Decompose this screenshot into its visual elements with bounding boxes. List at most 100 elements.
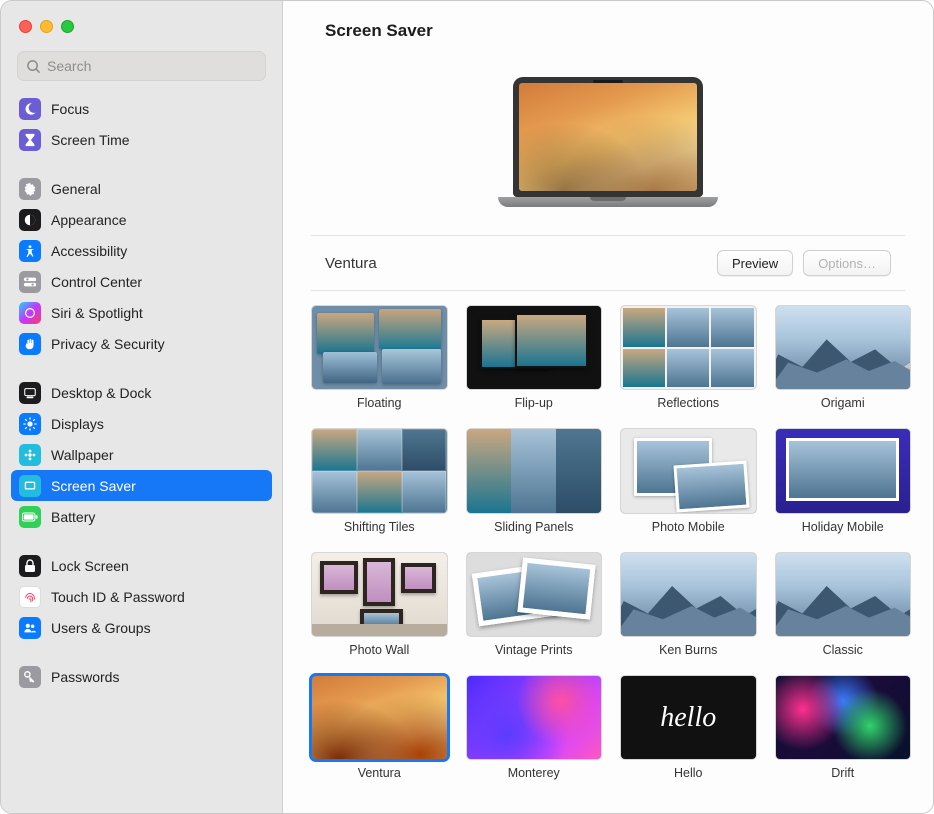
accessibility-icon xyxy=(19,240,41,262)
sidebar-item-desktop-dock[interactable]: Desktop & Dock xyxy=(11,377,272,408)
sidebar-item-label: Privacy & Security xyxy=(51,336,165,352)
sidebar-item-displays[interactable]: Displays xyxy=(11,408,272,439)
dock-icon xyxy=(19,382,41,404)
tile-label: Vintage Prints xyxy=(495,643,573,657)
tile-label: Photo Mobile xyxy=(652,520,725,534)
battery-icon xyxy=(19,506,41,528)
sidebar: Search Focus Screen Time xyxy=(1,1,283,813)
sidebar-item-label: Screen Saver xyxy=(51,478,136,494)
search-input[interactable]: Search xyxy=(17,51,266,81)
key-icon xyxy=(19,666,41,688)
screensaver-tile-floating[interactable]: Floating xyxy=(311,305,448,410)
sidebar-item-label: Control Center xyxy=(51,274,142,290)
search-icon xyxy=(26,59,41,74)
appearance-icon xyxy=(19,209,41,231)
siri-icon xyxy=(19,302,41,324)
gear-icon xyxy=(19,178,41,200)
sidebar-item-label: Wallpaper xyxy=(51,447,114,463)
close-button[interactable] xyxy=(19,20,32,33)
screensaver-tile-monterey[interactable]: Monterey xyxy=(466,675,603,780)
flower-icon xyxy=(19,444,41,466)
fingerprint-icon xyxy=(19,586,41,608)
sidebar-item-label: Passwords xyxy=(51,669,119,685)
lock-icon xyxy=(19,555,41,577)
sidebar-item-battery[interactable]: Battery xyxy=(11,501,272,532)
system-settings-window: Search Focus Screen Time xyxy=(0,0,934,814)
tile-label: Holiday Mobile xyxy=(802,520,884,534)
hand-icon xyxy=(19,333,41,355)
sidebar-item-label: Appearance xyxy=(51,212,127,228)
screensaver-preview xyxy=(283,51,933,235)
tile-label: Flip-up xyxy=(515,396,553,410)
screensaver-tile-classic[interactable]: Classic xyxy=(775,552,912,657)
sidebar-item-touch-id[interactable]: Touch ID & Password xyxy=(11,581,272,612)
sidebar-item-label: Displays xyxy=(51,416,104,432)
screensaver-tile-origami[interactable]: Origami xyxy=(775,305,912,410)
screensaver-grid-scroll[interactable]: Floating Flip-up Reflections Origami Shi xyxy=(283,291,933,813)
screensaver-tile-shifting-tiles[interactable]: Shifting Tiles xyxy=(311,428,448,533)
tile-label: Drift xyxy=(831,766,854,780)
screensaver-tile-vintage-prints[interactable]: Vintage Prints xyxy=(466,552,603,657)
screensaver-tile-flipup[interactable]: Flip-up xyxy=(466,305,603,410)
sidebar-item-accessibility[interactable]: Accessibility xyxy=(11,235,272,266)
sidebar-item-label: Focus xyxy=(51,101,89,117)
current-screensaver-name: Ventura xyxy=(325,255,707,272)
tile-label: Reflections xyxy=(657,396,719,410)
sidebar-nav[interactable]: Focus Screen Time General Appear xyxy=(1,89,282,813)
tile-label: Ken Burns xyxy=(659,643,717,657)
sidebar-item-label: Users & Groups xyxy=(51,620,151,636)
tile-label: Classic xyxy=(823,643,863,657)
sidebar-item-siri-spotlight[interactable]: Siri & Spotlight xyxy=(11,297,272,328)
tile-label: Origami xyxy=(821,396,865,410)
tile-label: Ventura xyxy=(358,766,401,780)
hourglass-icon xyxy=(19,129,41,151)
tile-label: Floating xyxy=(357,396,401,410)
screensaver-controls: Ventura Preview Options… xyxy=(311,235,905,291)
tile-label: Shifting Tiles xyxy=(344,520,415,534)
sidebar-item-privacy-security[interactable]: Privacy & Security xyxy=(11,328,272,359)
sidebar-item-label: Screen Time xyxy=(51,132,130,148)
sidebar-item-label: Battery xyxy=(51,509,95,525)
sidebar-item-focus[interactable]: Focus xyxy=(11,93,272,124)
sidebar-item-wallpaper[interactable]: Wallpaper xyxy=(11,439,272,470)
screensaver-tile-photo-mobile[interactable]: Photo Mobile xyxy=(620,428,757,533)
screensaver-tile-drift[interactable]: Drift xyxy=(775,675,912,780)
sidebar-item-lock-screen[interactable]: Lock Screen xyxy=(11,550,272,581)
screensaver-tile-photo-wall[interactable]: Photo Wall xyxy=(311,552,448,657)
users-icon xyxy=(19,617,41,639)
sidebar-item-label: Desktop & Dock xyxy=(51,385,151,401)
sidebar-item-users-groups[interactable]: Users & Groups xyxy=(11,612,272,643)
minimize-button[interactable] xyxy=(40,20,53,33)
screensaver-grid: Floating Flip-up Reflections Origami Shi xyxy=(311,305,911,780)
moon-icon xyxy=(19,98,41,120)
zoom-button[interactable] xyxy=(61,20,74,33)
screensaver-tile-sliding-panels[interactable]: Sliding Panels xyxy=(466,428,603,533)
tile-label: Sliding Panels xyxy=(494,520,573,534)
options-button[interactable]: Options… xyxy=(803,250,891,276)
screensaver-tile-ken-burns[interactable]: Ken Burns xyxy=(620,552,757,657)
screensaver-tile-ventura[interactable]: Ventura xyxy=(311,675,448,780)
tile-label: Hello xyxy=(674,766,703,780)
window-controls xyxy=(1,1,282,51)
sidebar-item-general[interactable]: General xyxy=(11,173,272,204)
screensaver-tile-holiday-mobile[interactable]: Holiday Mobile xyxy=(775,428,912,533)
sidebar-item-label: Lock Screen xyxy=(51,558,129,574)
sidebar-item-appearance[interactable]: Appearance xyxy=(11,204,272,235)
main-content: Screen Saver Ventura Preview Options… Fl… xyxy=(283,1,933,813)
screensaver-icon xyxy=(19,475,41,497)
switches-icon xyxy=(19,271,41,293)
sidebar-item-screen-saver[interactable]: Screen Saver xyxy=(11,470,272,501)
screensaver-tile-hello[interactable]: hello Hello xyxy=(620,675,757,780)
sidebar-item-label: Accessibility xyxy=(51,243,127,259)
screensaver-tile-reflections[interactable]: Reflections xyxy=(620,305,757,410)
sidebar-item-control-center[interactable]: Control Center xyxy=(11,266,272,297)
tile-label: Monterey xyxy=(508,766,560,780)
search-placeholder: Search xyxy=(47,58,91,74)
sidebar-item-passwords[interactable]: Passwords xyxy=(11,661,272,692)
sidebar-item-screen-time[interactable]: Screen Time xyxy=(11,124,272,155)
laptop-preview-icon xyxy=(498,77,718,217)
preview-button[interactable]: Preview xyxy=(717,250,793,276)
tile-label: Photo Wall xyxy=(349,643,409,657)
page-title: Screen Saver xyxy=(283,1,933,51)
sidebar-item-label: General xyxy=(51,181,101,197)
